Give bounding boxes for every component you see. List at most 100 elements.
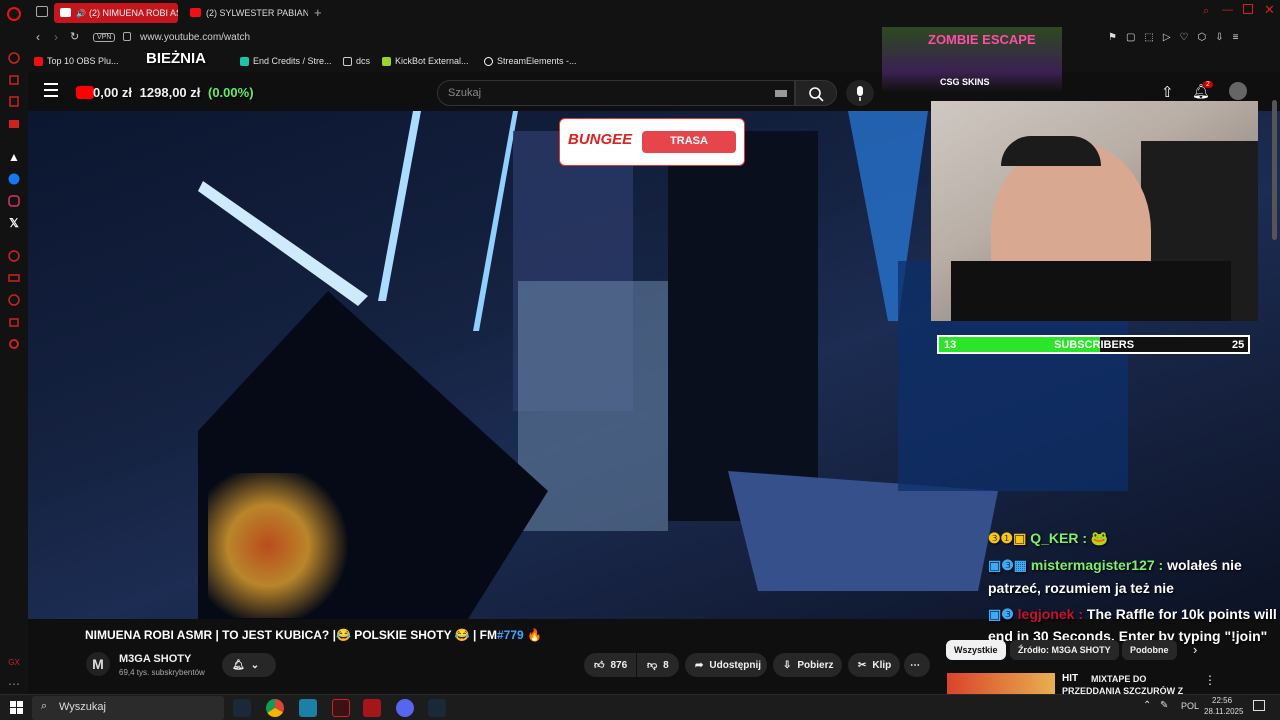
download-icon: ⇩	[783, 659, 792, 671]
settings-icon[interactable]	[6, 336, 22, 352]
streamer-hair	[1001, 136, 1101, 166]
close-button[interactable]: ✕	[1264, 2, 1275, 18]
history-icon[interactable]	[6, 292, 22, 308]
new-tab-button[interactable]: +	[314, 5, 322, 20]
chip-all[interactable]: Wszystkie	[946, 640, 1006, 660]
language-indicator[interactable]: POL	[1181, 701, 1199, 711]
twitch-icon[interactable]	[6, 94, 22, 110]
bookmark-folder[interactable]: dcs	[343, 56, 370, 66]
bookmark-item[interactable]: KickBot External...	[382, 56, 469, 66]
channel-avatar-icon[interactable]: M	[86, 652, 110, 676]
opera-gx-icon[interactable]	[332, 699, 350, 717]
badges-icon: ▣❸	[988, 606, 1018, 622]
tray-chevron-icon[interactable]: ⌃	[1143, 700, 1151, 711]
forward-button[interactable]: ›	[54, 30, 58, 44]
vpn-badge[interactable]: VPN	[93, 33, 116, 42]
chevron-right-icon[interactable]: ›	[1193, 642, 1197, 657]
extensions-icon[interactable]	[6, 314, 22, 330]
thumbs-down-icon: 👎︎	[647, 660, 658, 671]
ad-subtitle: CSG SKINS	[940, 77, 990, 87]
x-twitter-icon[interactable]: 𝕏	[6, 215, 22, 231]
instagram-icon[interactable]	[6, 193, 22, 209]
bookmark-item[interactable]: End Credits / Stre...	[240, 56, 332, 66]
channel-name[interactable]: M3GA SHOTY	[119, 653, 191, 665]
subs-label: SUBSCRIBERS	[1054, 339, 1135, 351]
player-icon[interactable]	[6, 248, 22, 264]
mail-icon[interactable]	[6, 116, 22, 132]
tabs-icon[interactable]	[6, 270, 22, 286]
clip-button[interactable]: ✂ Klip	[848, 653, 900, 677]
search-button[interactable]	[795, 80, 837, 106]
badges-icon: ▣❸▦	[988, 557, 1031, 573]
search-tabs-icon[interactable]: ⌕	[1203, 5, 1209, 18]
bookmark-item[interactable]: Top 10 OBS Plu...	[34, 56, 119, 66]
suggested-thumb-text: HIT	[1062, 673, 1079, 684]
windows-start-icon[interactable]	[10, 701, 23, 714]
more-icon[interactable]: ⋯	[6, 676, 22, 692]
menu-icon[interactable]	[44, 83, 58, 97]
tab-bar: 🔊 (2) NIMUENA ROBI AS (2) SYLWESTER PABI…	[28, 0, 1280, 26]
subs-current: 13	[944, 339, 957, 351]
chip-related[interactable]: Podobne	[1122, 640, 1177, 660]
download-button[interactable]: ⇩ Pobierz	[773, 653, 842, 677]
page-scrollbar[interactable]	[1272, 100, 1277, 240]
maximize-button[interactable]	[1243, 4, 1253, 14]
opera-sidebar: ▲ 𝕏 GX ⋯	[0, 0, 28, 694]
messenger-icon[interactable]	[6, 171, 22, 187]
channel-subs: 69,4 tys. subskrybentów	[119, 668, 205, 677]
dislike-button[interactable]: 👎︎ 8	[637, 653, 679, 677]
suggested-title[interactable]: MIXTAPE DO	[1091, 674, 1146, 684]
search-input[interactable]: Szukaj	[437, 80, 795, 106]
like-button[interactable]: 👍︎ 876	[584, 653, 636, 677]
address-bar: ‹ › ↻ VPN www.youtube.com/watch ⚑▢⬚▷♡⬡⇩≡	[28, 26, 1280, 50]
network-icon[interactable]: ✎	[1160, 700, 1168, 711]
discord-icon[interactable]	[396, 699, 414, 717]
clock-date[interactable]: 28.11.2025	[1204, 707, 1243, 716]
chat-message-cont: patrzeć, rozumiem ja też nie	[988, 580, 1174, 596]
bookmark-item[interactable]: StreamElements -...	[484, 56, 577, 66]
share-button[interactable]: ➦ Udostępnij	[685, 653, 767, 677]
bungee-banner: BUNGEE TRASA	[559, 118, 745, 166]
opera-logo-icon[interactable]	[6, 6, 22, 22]
speaker-icon[interactable]: 🔊	[76, 9, 86, 18]
aria-icon[interactable]: ▲	[6, 149, 22, 165]
steam-icon[interactable]	[233, 699, 251, 717]
steam-icon-2[interactable]	[428, 699, 446, 717]
keyboard-icon[interactable]	[775, 90, 787, 97]
youtube-logo-icon[interactable]	[76, 86, 94, 99]
toolbar-icons[interactable]: ⚑▢⬚▷♡⬡⇩≡	[1108, 32, 1247, 43]
pokemon-overlay	[208, 473, 358, 618]
avatar[interactable]	[1229, 82, 1247, 100]
hashtag-link[interactable]: #779	[497, 628, 524, 642]
suggested-thumbnail[interactable]	[947, 673, 1055, 694]
ad-banner[interactable]: ZOMBIE ESCAPE CSG SKINS	[882, 27, 1062, 91]
voicemeeter-icon[interactable]	[363, 699, 381, 717]
youtube-tab-icon	[190, 8, 201, 17]
tab-active[interactable]: 🔊 (2) NIMUENA ROBI AS	[54, 3, 178, 23]
folder-icon	[343, 56, 352, 66]
taskbar-search[interactable]: ⌕ Wyszukaj	[32, 696, 224, 720]
lock-icon[interactable]	[123, 32, 131, 41]
clock-time[interactable]: 22:56	[1212, 696, 1232, 705]
gx-corner-icon[interactable]	[6, 72, 22, 88]
notification-center-icon[interactable]	[1253, 700, 1265, 711]
app-icon[interactable]	[299, 699, 317, 717]
url-field[interactable]: www.youtube.com/watch	[140, 32, 250, 43]
voice-search-button[interactable]	[846, 80, 874, 106]
chip-source[interactable]: Źródło: M3GA SHOTY	[1010, 640, 1119, 660]
scissors-icon: ✂	[858, 659, 867, 671]
kebab-menu-icon[interactable]: ⋮	[1204, 673, 1216, 687]
more-actions-button[interactable]: ⋯	[904, 653, 930, 677]
back-button[interactable]: ‹	[36, 30, 40, 44]
minimize-button[interactable]: —	[1222, 4, 1233, 16]
upload-icon[interactable]: ⇧	[1161, 83, 1174, 101]
reload-button[interactable]: ↻	[70, 30, 79, 43]
subscribe-bell-button[interactable]: 🔔︎ ⌄	[222, 653, 276, 677]
workspaces-icon[interactable]	[36, 6, 48, 17]
badges-icon: ❸❶▣	[988, 530, 1031, 546]
chrome-icon[interactable]	[266, 699, 284, 717]
suggested-title-line2[interactable]: PRZEDDANIA SZCZURÓW Z	[1062, 686, 1183, 694]
money-target: 1298,00 zł	[139, 85, 201, 100]
gx-control-icon[interactable]	[6, 50, 22, 66]
tab-second[interactable]: (2) SYLWESTER PABIANI	[184, 3, 308, 23]
